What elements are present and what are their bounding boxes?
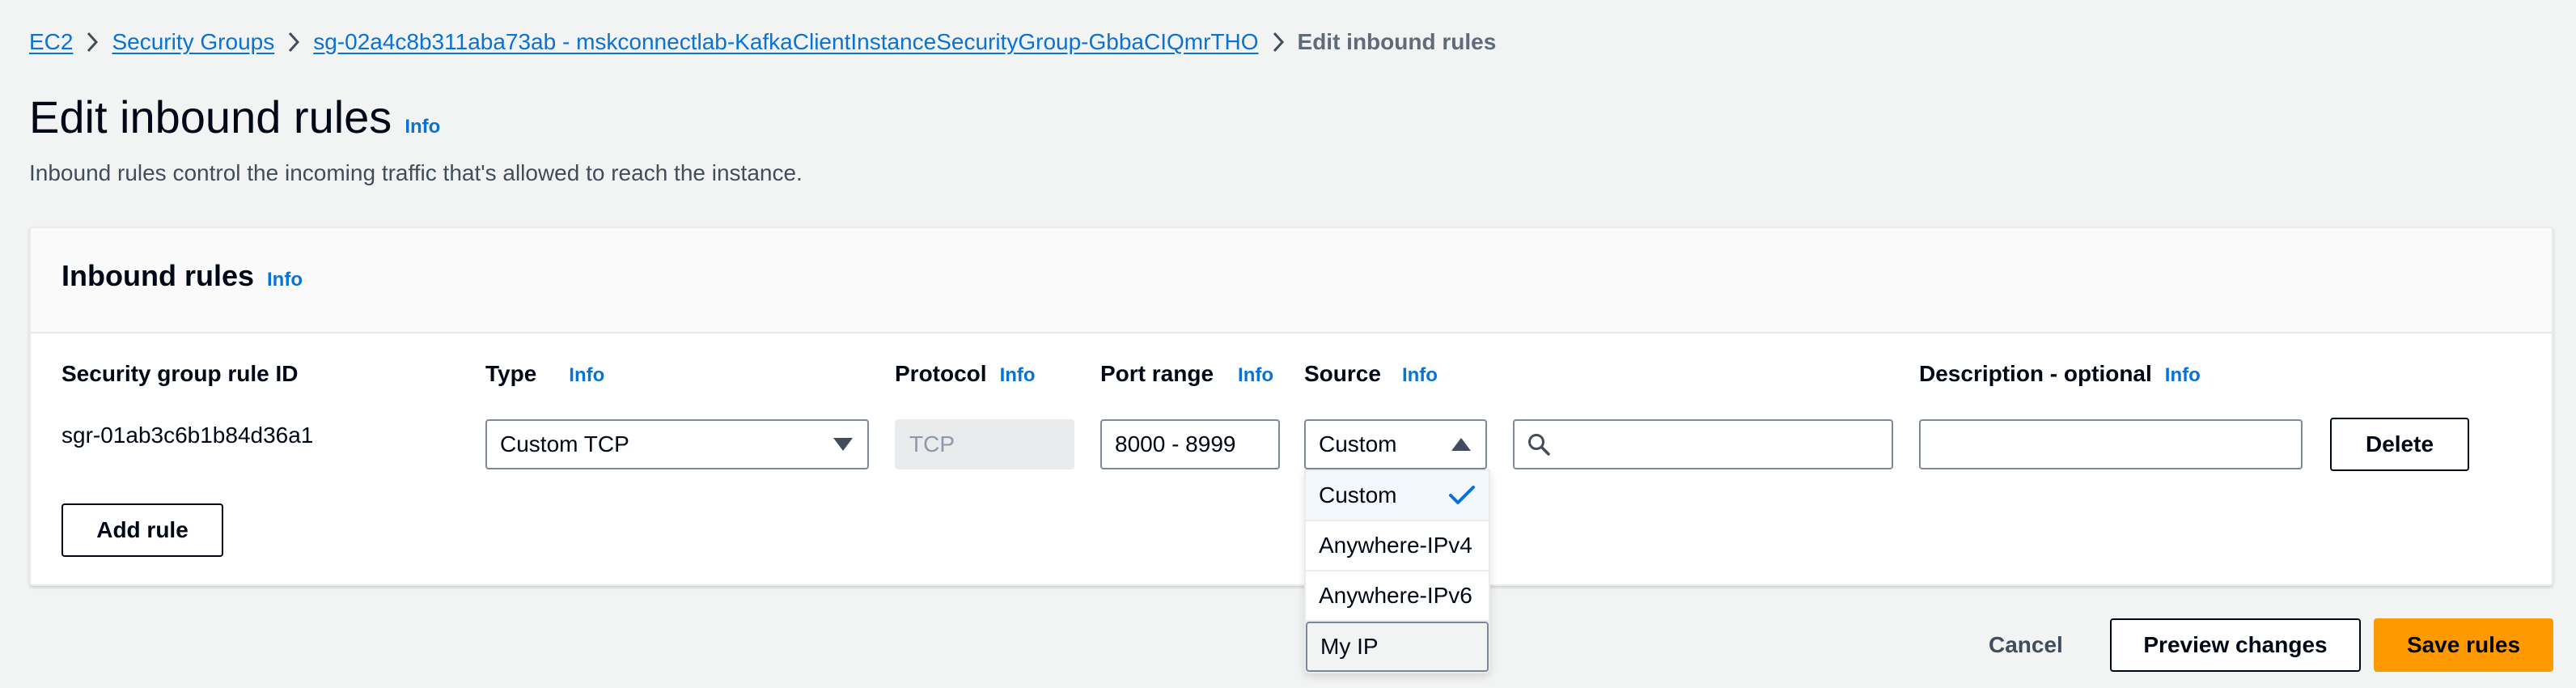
column-type: Type Info	[485, 361, 604, 387]
column-source: Source Info	[1304, 361, 1438, 387]
column-rule-id-label: Security group rule ID	[61, 361, 299, 386]
description-input[interactable]	[1919, 419, 2303, 469]
inbound-rules-panel: Inbound rules Info Security group rule I…	[29, 227, 2553, 586]
breadcrumb-current: Edit inbound rules	[1297, 29, 1497, 54]
column-protocol: Protocol Info	[895, 361, 1036, 387]
chevron-right-icon	[1259, 28, 1298, 57]
rule-id: sgr-01ab3c6b1b84d36a1	[61, 423, 314, 448]
source-option-my-ip[interactable]: My IP	[1306, 622, 1489, 672]
save-rules-button[interactable]: Save rules	[2374, 618, 2553, 672]
source-option-anywhere-ipv6[interactable]: Anywhere-IPv6	[1306, 571, 1489, 622]
port-range-value: 8000 - 8999	[1115, 431, 1236, 457]
source-info-link[interactable]: Info	[1402, 364, 1438, 387]
column-port-range-label: Port range	[1100, 361, 1214, 386]
source-option-label: Anywhere-IPv4	[1319, 533, 1472, 558]
breadcrumb-security-group[interactable]: sg-02a4c8b311aba73ab - mskconnectlab-Kaf…	[313, 29, 1258, 55]
column-port-range: Port range Info	[1100, 361, 1273, 387]
description-info-link[interactable]: Info	[2165, 364, 2201, 387]
panel-header: Inbound rules Info	[31, 228, 2552, 333]
breadcrumb-security-groups[interactable]: Security Groups	[112, 29, 274, 55]
page-title: Edit inbound rules Info	[29, 89, 440, 155]
page-description: Inbound rules control the incoming traff…	[29, 160, 803, 185]
breadcrumb: EC2 Security Groups sg-02a4c8b311aba73ab…	[29, 28, 1496, 57]
chevron-right-icon	[73, 28, 112, 57]
type-select[interactable]: Custom TCP	[485, 419, 869, 469]
protocol-field: TCP	[895, 419, 1074, 469]
protocol-value: TCP	[909, 431, 955, 457]
protocol-info-link[interactable]: Info	[1000, 364, 1036, 387]
search-icon	[1528, 434, 1550, 456]
page-title-text: Edit inbound rules	[29, 91, 392, 142]
panel-title-text: Inbound rules	[61, 259, 254, 292]
type-info-link[interactable]: Info	[569, 364, 604, 387]
source-search-input[interactable]	[1513, 419, 1893, 469]
panel-info-link[interactable]: Info	[267, 269, 303, 291]
page-info-link[interactable]: Info	[405, 99, 440, 155]
source-select[interactable]: Custom	[1304, 419, 1487, 469]
source-option-label: Custom	[1319, 482, 1397, 508]
breadcrumb-ec2[interactable]: EC2	[29, 29, 73, 55]
caret-up-icon	[1451, 438, 1471, 451]
column-source-label: Source	[1304, 361, 1381, 386]
edit-inbound-rules-page: EC2 Security Groups sg-02a4c8b311aba73ab…	[0, 0, 2576, 688]
chevron-right-icon	[274, 28, 313, 57]
source-option-label: Anywhere-IPv6	[1319, 583, 1472, 608]
port-range-input[interactable]: 8000 - 8999	[1100, 419, 1280, 469]
column-rule-id: Security group rule ID	[61, 361, 299, 387]
source-option-label: My IP	[1320, 634, 1379, 659]
checkmark-icon	[1449, 486, 1475, 504]
column-description-label: Description - optional	[1919, 361, 2152, 386]
add-rule-button[interactable]: Add rule	[61, 503, 223, 557]
source-dropdown-menu: Custom Anywhere-IPv4 Anywhere-IPv6 My IP	[1304, 469, 1490, 673]
delete-rule-button[interactable]: Delete	[2330, 418, 2469, 471]
source-option-anywhere-ipv4[interactable]: Anywhere-IPv4	[1306, 521, 1489, 571]
preview-changes-button[interactable]: Preview changes	[2110, 618, 2361, 672]
port-range-info-link[interactable]: Info	[1238, 364, 1273, 387]
panel-title: Inbound rules Info	[61, 259, 303, 293]
column-protocol-label: Protocol	[895, 361, 987, 386]
source-option-custom[interactable]: Custom	[1306, 471, 1489, 521]
column-type-label: Type	[485, 361, 537, 386]
caret-down-icon	[833, 438, 853, 451]
source-select-value: Custom	[1319, 431, 1397, 457]
cancel-button[interactable]: Cancel	[1989, 618, 2063, 672]
column-description: Description - optional Info	[1919, 361, 2201, 387]
type-select-value: Custom TCP	[500, 431, 629, 457]
